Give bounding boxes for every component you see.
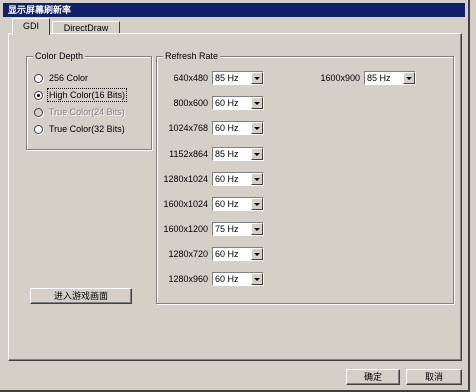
refresh-rate-select[interactable]: 85 Hz — [212, 147, 264, 161]
radio-button-icon — [34, 108, 43, 117]
dropdown-arrow-icon[interactable] — [251, 122, 263, 134]
dropdown-arrow-icon[interactable] — [251, 198, 263, 210]
resolution-label: 1152x864 — [169, 149, 208, 159]
resolution-label: 1024x768 — [168, 123, 208, 133]
radio-label: True Color(24 Bits) — [49, 107, 125, 117]
dropdown-arrow-icon[interactable] — [251, 97, 263, 109]
refresh-row: 1152x864 85 Hz — [150, 147, 264, 161]
refresh-row: 1600x900 85 Hz — [302, 71, 416, 85]
resolution-label: 640x480 — [173, 73, 208, 83]
tab-gdi[interactable]: GDI — [12, 18, 50, 35]
refresh-rate-select[interactable]: 60 Hz — [212, 247, 264, 261]
refresh-rate-value: 60 Hz — [215, 174, 239, 184]
dropdown-arrow-icon[interactable] — [251, 148, 263, 160]
action-button[interactable]: 进入游戏画面 — [30, 288, 132, 304]
radio-button-icon[interactable] — [34, 91, 43, 100]
radio-label: High Color(16 Bits) — [46, 88, 128, 102]
refresh-rate-legend: Refresh Rate — [163, 51, 221, 61]
title-bar[interactable]: 显示屏幕刷新率 — [3, 3, 465, 17]
resolution-label: 1280x720 — [168, 249, 208, 259]
dropdown-arrow-icon[interactable] — [251, 248, 263, 260]
radio-button-icon[interactable] — [34, 125, 43, 134]
refresh-rate-select[interactable]: 60 Hz — [212, 96, 264, 110]
resolution-label: 1600x1200 — [163, 224, 208, 234]
resolution-label: 1600x900 — [320, 73, 360, 83]
refresh-rate-value: 60 Hz — [215, 98, 239, 108]
refresh-rate-value: 85 Hz — [215, 149, 239, 159]
dropdown-arrow-icon[interactable] — [403, 72, 415, 84]
radio-button-icon[interactable] — [34, 74, 43, 83]
refresh-row: 1280x720 60 Hz — [150, 247, 264, 261]
refresh-row: 800x600 60 Hz — [150, 96, 264, 110]
refresh-row: 1600x1024 60 Hz — [150, 197, 264, 211]
dropdown-arrow-icon[interactable] — [251, 173, 263, 185]
resolution-label: 1600x1024 — [163, 199, 208, 209]
refresh-rate-value: 60 Hz — [215, 199, 239, 209]
refresh-rate-select[interactable]: 60 Hz — [212, 197, 264, 211]
ok-button[interactable]: 确定 — [346, 369, 400, 385]
resolution-label: 1280x1024 — [163, 174, 208, 184]
refresh-row: 1280x1024 60 Hz — [150, 172, 264, 186]
refresh-rate-value: 85 Hz — [215, 73, 239, 83]
radio-label: True Color(32 Bits) — [49, 124, 125, 134]
resolution-label: 800x600 — [173, 98, 208, 108]
color-depth-legend: Color Depth — [33, 51, 86, 61]
refresh-row: 1024x768 60 Hz — [150, 121, 264, 135]
refresh-rate-value: 60 Hz — [215, 249, 239, 259]
refresh-rate-select[interactable]: 60 Hz — [212, 272, 264, 286]
refresh-rate-select[interactable]: 85 Hz — [212, 71, 264, 85]
dialog-window: 显示屏幕刷新率 GDI DirectDraw Color Depth 256 C… — [0, 0, 470, 392]
refresh-rate-select[interactable]: 75 Hz — [212, 222, 264, 236]
window-title: 显示屏幕刷新率 — [8, 5, 72, 15]
refresh-rate-select[interactable]: 60 Hz — [212, 172, 264, 186]
refresh-rate-value: 60 Hz — [215, 123, 239, 133]
refresh-rate-select[interactable]: 85 Hz — [364, 71, 416, 85]
refresh-rate-value: 60 Hz — [215, 274, 239, 284]
dropdown-arrow-icon[interactable] — [251, 72, 263, 84]
dropdown-arrow-icon[interactable] — [251, 223, 263, 235]
resolution-label: 1280x960 — [168, 274, 208, 284]
refresh-rate-value: 75 Hz — [215, 224, 239, 234]
cancel-button[interactable]: 取消 — [406, 369, 462, 385]
refresh-rate-value: 85 Hz — [367, 73, 391, 83]
refresh-row: 1600x1200 75 Hz — [150, 222, 264, 236]
dropdown-arrow-icon[interactable] — [251, 273, 263, 285]
color-depth-group: Color Depth — [26, 51, 152, 150]
refresh-row: 1280x960 60 Hz — [150, 272, 264, 286]
refresh-row: 640x480 85 Hz — [150, 71, 264, 85]
refresh-rate-select[interactable]: 60 Hz — [212, 121, 264, 135]
radio-label: 256 Color — [49, 73, 89, 83]
